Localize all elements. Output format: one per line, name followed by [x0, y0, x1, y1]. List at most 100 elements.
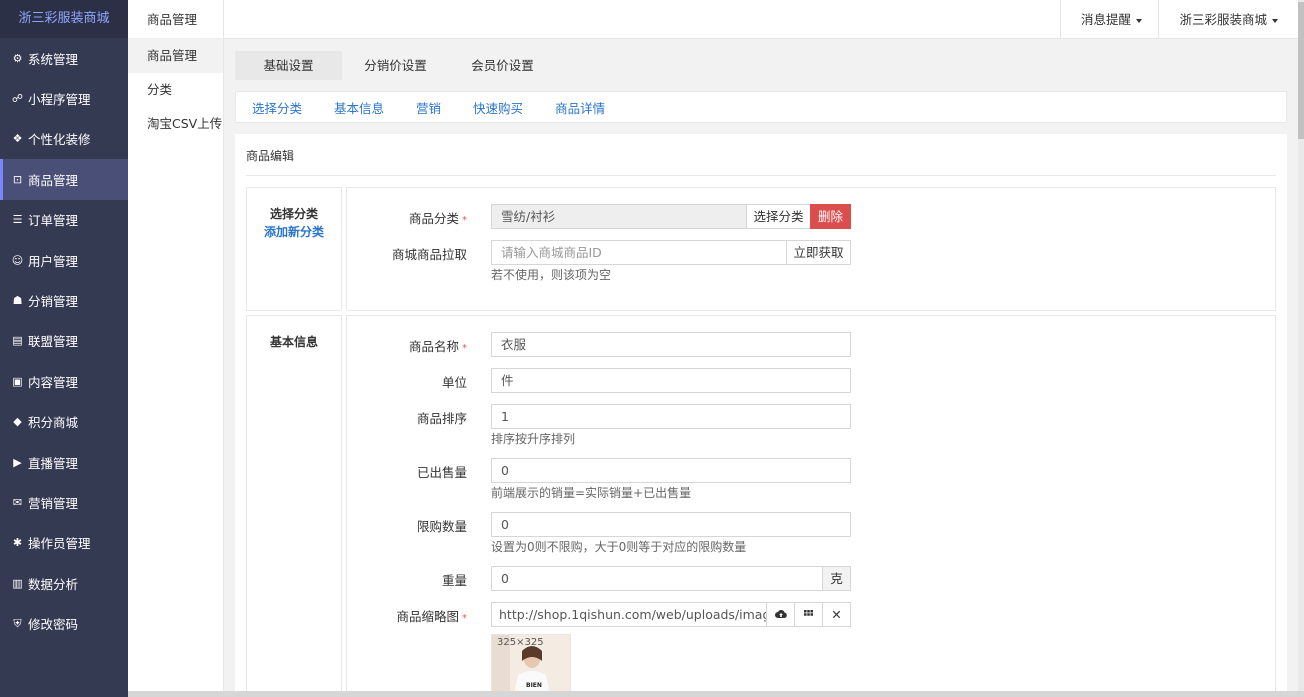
sidebar-item-12[interactable]: ✱ 操作员管理: [0, 523, 128, 563]
sidebar-item-5[interactable]: ☺ 用户管理: [0, 240, 128, 280]
category-section-title: 选择分类: [269, 207, 318, 221]
sidebar-item-label: 操作员管理: [28, 536, 91, 552]
vertical-scrollbar[interactable]: [1298, 0, 1304, 697]
fetch-now-button[interactable]: 立即获取: [786, 240, 851, 265]
close-icon: ✕: [831, 607, 842, 622]
sidebar-item-11[interactable]: ✉ 营销管理: [0, 482, 128, 522]
main-sidebar: 浙三彩服装商城 ⚙ 系统管理 ☍ 小程序管理 ❖ 个性化装修 ⊡ 商品管理 ☰ 订单管理 ☺ 用户管理…: [0, 0, 128, 697]
sidebar-item-label: 内容管理: [28, 374, 79, 390]
sidebar-item-9[interactable]: ◆ 积分商城: [0, 402, 128, 442]
grid-icon: [804, 610, 813, 616]
sold-hint: 前端展示的销量=实际销量+已出售量: [491, 486, 692, 500]
sidebar-item-label: 联盟管理: [28, 334, 79, 350]
sidebar-item-label: 修改密码: [28, 617, 79, 633]
sold-label: 已出售量: [416, 465, 467, 480]
sort-input[interactable]: 1: [491, 404, 851, 429]
category-section-body: 商品分类 * 雪纺/衬衫 选择分类 删除 商城商品拉取 请输入商城商品ID 立即获…: [346, 187, 1276, 311]
sidebar-item-label: 分销管理: [28, 294, 79, 310]
sidebar-item-4[interactable]: ☰ 订单管理: [0, 200, 128, 240]
sidebar-item-label: 用户管理: [28, 253, 79, 269]
cloud-upload-icon: [774, 610, 787, 618]
sidebar-item-7[interactable]: ▤ 联盟管理: [0, 321, 128, 361]
chevron-down-icon: [1136, 18, 1142, 23]
sidebar-item-label: 积分商城: [28, 415, 79, 431]
thumbnail-preview: BIEN 325×325: [491, 634, 571, 691]
store-menu[interactable]: 浙三彩服装商城: [1158, 0, 1298, 39]
sidebar-item-2[interactable]: ❖ 个性化装修: [0, 119, 128, 159]
anchor-select-category[interactable]: 选择分类: [252, 98, 302, 117]
basic-section-heading: 基本信息: [246, 315, 342, 691]
unit-input[interactable]: 件: [491, 368, 851, 393]
shield-icon: ⛨: [13, 616, 22, 630]
goods-edit-panel: 商品编辑 选择分类 添加新分类 商品分类 * 雪纺/衬衫 选择分类 删除 商城商品…: [235, 134, 1287, 691]
cog-icon: ✱: [12, 536, 23, 550]
horizontal-scrollbar[interactable]: [128, 691, 1304, 697]
sidebar-item-1[interactable]: ☍ 小程序管理: [0, 78, 128, 118]
tab-member-price[interactable]: 会员价设置: [449, 51, 556, 80]
sub-sidebar-item-taobao-csv[interactable]: 淘宝CSV上传: [128, 107, 223, 141]
anchor-quick-buy[interactable]: 快速购买: [473, 98, 523, 117]
basic-section-body: 商品名称 * 衣服 单位 件 商品排序 1 排序按升序排列 已出售量 0 前端展示…: [346, 315, 1276, 691]
scrollbar-thumb[interactable]: [1298, 2, 1304, 139]
section-anchor-bar: 选择分类 基本信息 营销 快速购买 商品详情: [235, 91, 1287, 123]
sort-label: 商品排序: [416, 411, 467, 426]
sitemap-icon: ☗: [12, 294, 23, 308]
sidebar-item-6[interactable]: ☗ 分销管理: [0, 280, 128, 320]
pull-goods-label: 商城商品拉取: [391, 247, 467, 262]
sidebar-item-label: 系统管理: [28, 51, 79, 67]
user-icon: ☺: [11, 253, 24, 267]
sidebar-item-label: 小程序管理: [28, 92, 91, 108]
anchor-goods-detail[interactable]: 商品详情: [555, 98, 605, 117]
sidebar-item-8[interactable]: ▣ 内容管理: [0, 361, 128, 401]
sidebar-item-13[interactable]: ▥ 数据分析: [0, 563, 128, 603]
tab-distribution-price[interactable]: 分销价设置: [342, 51, 449, 80]
top-bar: 消息提醒 浙三彩服装商城: [224, 0, 1298, 39]
sub-sidebar-item-goods[interactable]: 商品管理: [128, 39, 223, 73]
decorate-icon: ❖: [12, 132, 23, 146]
weight-input[interactable]: 0: [491, 566, 823, 591]
sub-sidebar-item-category[interactable]: 分类: [128, 73, 223, 107]
category-label: 商品分类 *: [408, 211, 467, 226]
sub-sidebar: 商品管理 商品管理 分类 淘宝CSV上传: [128, 0, 224, 697]
sidebar-item-3[interactable]: ⊡ 商品管理: [0, 159, 128, 200]
settings-tabs: 基础设置 分销价设置 会员价设置: [235, 51, 556, 80]
image-library-button[interactable]: [794, 602, 823, 627]
sidebar-item-label: 直播管理: [28, 455, 79, 471]
delete-category-button[interactable]: 删除: [810, 204, 851, 229]
category-section-heading: 选择分类 添加新分类: [246, 187, 342, 311]
thumbnail-url-input[interactable]: http://shop.1qishun.com/web/uploads/imag…: [491, 602, 767, 627]
order-icon: ☰: [12, 213, 23, 227]
tab-basic-settings[interactable]: 基础设置: [235, 51, 342, 80]
anchor-marketing[interactable]: 营销: [416, 98, 441, 117]
sidebar-item-label: 商品管理: [28, 172, 79, 188]
sidebar-item-label: 个性化装修: [28, 132, 91, 148]
brand-title[interactable]: 浙三彩服装商城: [0, 0, 128, 38]
notify-label: 消息提醒: [1080, 12, 1131, 27]
cube-icon: ◆: [13, 415, 22, 429]
anchor-basic-info[interactable]: 基本信息: [334, 98, 384, 117]
pull-hint: 若不使用，则该项为空: [491, 268, 612, 282]
clear-image-button[interactable]: ✕: [822, 602, 851, 627]
sold-input[interactable]: 0: [491, 458, 851, 483]
sort-hint: 排序按升序排列: [491, 432, 576, 446]
sidebar-item-0[interactable]: ⚙ 系统管理: [0, 38, 128, 78]
sidebar-item-label: 数据分析: [28, 576, 79, 592]
alliance-icon: ▤: [12, 334, 23, 348]
select-category-button[interactable]: 选择分类: [746, 204, 811, 229]
content-icon: ▣: [12, 374, 23, 388]
limit-input[interactable]: 0: [491, 512, 851, 537]
category-field: 雪纺/衬衫: [491, 204, 747, 229]
panel-title: 商品编辑: [246, 149, 295, 163]
notify-menu[interactable]: 消息提醒: [1059, 0, 1162, 39]
main-content: 基础设置 分销价设置 会员价设置 选择分类 基本信息 营销 快速购买 商品详情 …: [224, 40, 1298, 691]
add-category-link[interactable]: 添加新分类: [247, 223, 341, 240]
goods-name-input[interactable]: 衣服: [491, 332, 851, 357]
upload-image-button[interactable]: [766, 602, 795, 627]
limit-label: 限购数量: [416, 519, 467, 534]
bag-icon: ⊡: [12, 172, 23, 186]
goods-id-input[interactable]: 请输入商城商品ID: [491, 240, 787, 265]
sidebar-item-14[interactable]: ⛨ 修改密码: [0, 603, 128, 643]
required-mark: *: [462, 343, 467, 354]
unit-label: 单位: [441, 375, 467, 390]
sidebar-item-10[interactable]: ▶ 直播管理: [0, 442, 128, 482]
